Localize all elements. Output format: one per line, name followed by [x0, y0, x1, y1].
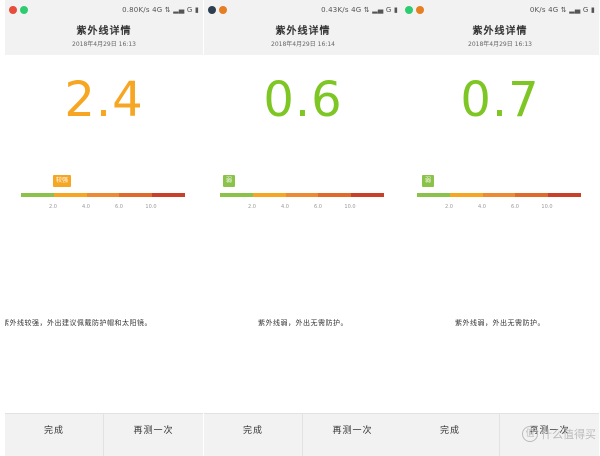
network-speed: 0.80K/s — [122, 6, 150, 14]
status-bar: 0K/s 4G ⇅ ▂▄ G ▮ — [401, 0, 599, 18]
scale-tick: 10.0 — [541, 204, 553, 210]
app-notification-icon — [219, 6, 227, 14]
scale-tick: 4.0 — [82, 204, 90, 210]
status-bar: 0.43K/s 4G ⇅ ▂▄ G ▮ — [204, 0, 402, 18]
scale-segment — [482, 193, 516, 197]
scale-segment — [152, 193, 185, 197]
app-notification-icon — [405, 6, 413, 14]
scale-segment — [515, 193, 549, 197]
uv-panel-2: 0.43K/s 4G ⇅ ▂▄ G ▮ 紫外线详情 2018年4月29日 16:… — [204, 0, 402, 456]
scale-tick: 4.0 — [478, 204, 486, 210]
page-header: 紫外线详情 2018年4月29日 16:14 — [204, 18, 402, 52]
watermark-text: 什么值得买 — [541, 428, 596, 441]
scale-tick: 10.0 — [344, 204, 356, 210]
measure-again-button[interactable]: 再测一次 — [104, 414, 203, 456]
measure-again-button[interactable]: 再测一次 — [303, 414, 402, 456]
done-button[interactable]: 完成 — [204, 414, 303, 456]
page-title: 紫外线详情 — [76, 26, 132, 37]
page-title: 紫外线详情 — [472, 26, 528, 37]
page-header: 紫外线详情 2018年4月29日 16:13 — [401, 18, 599, 52]
uv-advice: 紫外线弱，外出无需防护。 — [455, 319, 545, 327]
scale-segment — [252, 193, 286, 197]
uv-level-badge: 弱 — [421, 175, 435, 187]
uv-scale-bar — [220, 193, 384, 197]
scale-segment — [86, 193, 120, 197]
site-watermark: 值 什么值得买 — [522, 426, 596, 442]
measure-date: 2018年4月29日 16:13 — [468, 41, 532, 48]
uv-advice: 紫外线较强，外出建议佩戴防护帽和太阳镜。 — [5, 319, 152, 327]
action-bar: 完成 再测一次 — [5, 413, 203, 456]
uv-scale-bar — [417, 193, 581, 197]
scale-segment — [318, 193, 352, 197]
uv-level-badge: 较强 — [52, 175, 72, 187]
uv-level-badge: 弱 — [222, 175, 236, 187]
app-notification-icon — [9, 6, 17, 14]
network-speed: 0.43K/s — [321, 6, 349, 14]
uv-value: 0.7 — [460, 72, 540, 128]
uv-scale-bar — [21, 193, 185, 197]
signal-icons: 4G ⇅ ▂▄ G ▮ — [152, 6, 199, 14]
app-notification-icon — [416, 6, 424, 14]
app-notification-icon — [208, 6, 216, 14]
measure-date: 2018年4月29日 16:14 — [271, 41, 335, 48]
measure-date: 2018年4月29日 16:13 — [72, 41, 136, 48]
watermark-logo-icon: 值 — [522, 426, 538, 442]
scale-segment — [285, 193, 319, 197]
uv-panel-1: 0.80K/s 4G ⇅ ▂▄ G ▮ 紫外线详情 2018年4月29日 16:… — [5, 0, 203, 456]
uv-value: 2.4 — [64, 72, 144, 128]
scale-tick: 2.0 — [49, 204, 57, 210]
scale-segment — [21, 193, 54, 197]
done-button[interactable]: 完成 — [401, 414, 500, 456]
action-bar: 完成 再测一次 — [204, 413, 402, 456]
scale-tick: 6.0 — [314, 204, 322, 210]
uv-value: 0.6 — [263, 72, 343, 128]
signal-icons: 4G ⇅ ▂▄ G ▮ — [351, 6, 398, 14]
scale-tick: 6.0 — [511, 204, 519, 210]
status-bar: 0.80K/s 4G ⇅ ▂▄ G ▮ — [5, 0, 203, 18]
scale-segment — [53, 193, 87, 197]
app-notification-icon — [20, 6, 28, 14]
done-button[interactable]: 完成 — [5, 414, 104, 456]
scale-segment — [119, 193, 153, 197]
scale-tick: 10.0 — [145, 204, 157, 210]
scale-segment — [220, 193, 253, 197]
uv-panel-3: 0K/s 4G ⇅ ▂▄ G ▮ 紫外线详情 2018年4月29日 16:13 … — [401, 0, 599, 456]
scale-segment — [351, 193, 384, 197]
scale-segment — [449, 193, 483, 197]
page-title: 紫外线详情 — [275, 26, 331, 37]
uv-advice: 紫外线弱，外出无需防护。 — [258, 319, 348, 327]
scale-segment — [548, 193, 581, 197]
scale-tick: 2.0 — [445, 204, 453, 210]
page-header: 紫外线详情 2018年4月29日 16:13 — [5, 18, 203, 52]
network-speed: 0K/s — [529, 6, 546, 14]
scale-tick: 6.0 — [115, 204, 123, 210]
scale-segment — [417, 193, 450, 197]
signal-icons: 4G ⇅ ▂▄ G ▮ — [548, 6, 595, 14]
scale-tick: 2.0 — [248, 204, 256, 210]
scale-tick: 4.0 — [281, 204, 289, 210]
